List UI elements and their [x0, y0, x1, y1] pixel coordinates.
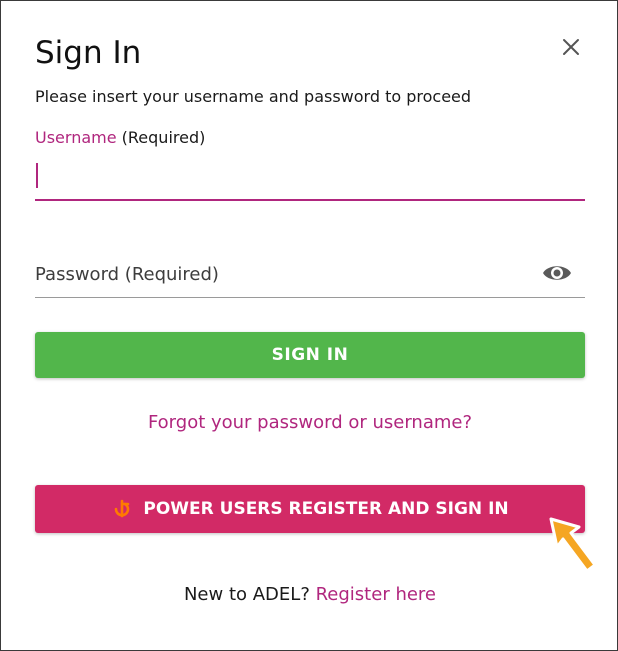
username-required-note: (Required)	[121, 128, 206, 147]
sign-in-dialog: Sign In Please insert your username and …	[0, 0, 618, 651]
pointer-arrow-icon	[549, 517, 597, 573]
username-input[interactable]	[35, 153, 585, 201]
username-label: Username (Required)	[35, 128, 205, 148]
new-user-prompt: New to ADEL?	[183, 584, 310, 605]
close-button[interactable]	[559, 35, 583, 59]
password-input[interactable]	[35, 251, 585, 298]
forgot-credentials-link[interactable]: Forgot your password or username?	[1, 411, 618, 435]
power-users-register-button[interactable]: POWER USERS REGISTER AND SIGN IN	[35, 485, 585, 533]
username-label-text: Username	[35, 128, 117, 147]
show-password-toggle[interactable]	[541, 259, 573, 287]
power-users-logo-icon	[115, 499, 130, 518]
dialog-title: Sign In	[35, 35, 142, 71]
register-prompt: New to ADEL? Register here	[1, 583, 618, 607]
register-link[interactable]: Register here	[316, 584, 436, 605]
sign-in-button[interactable]: SIGN IN	[35, 332, 585, 378]
close-icon	[563, 39, 579, 55]
power-users-button-label: POWER USERS REGISTER AND SIGN IN	[143, 499, 509, 519]
eye-icon	[543, 266, 571, 280]
dialog-subtitle: Please insert your username and password…	[35, 87, 472, 106]
text-caret	[36, 163, 38, 188]
